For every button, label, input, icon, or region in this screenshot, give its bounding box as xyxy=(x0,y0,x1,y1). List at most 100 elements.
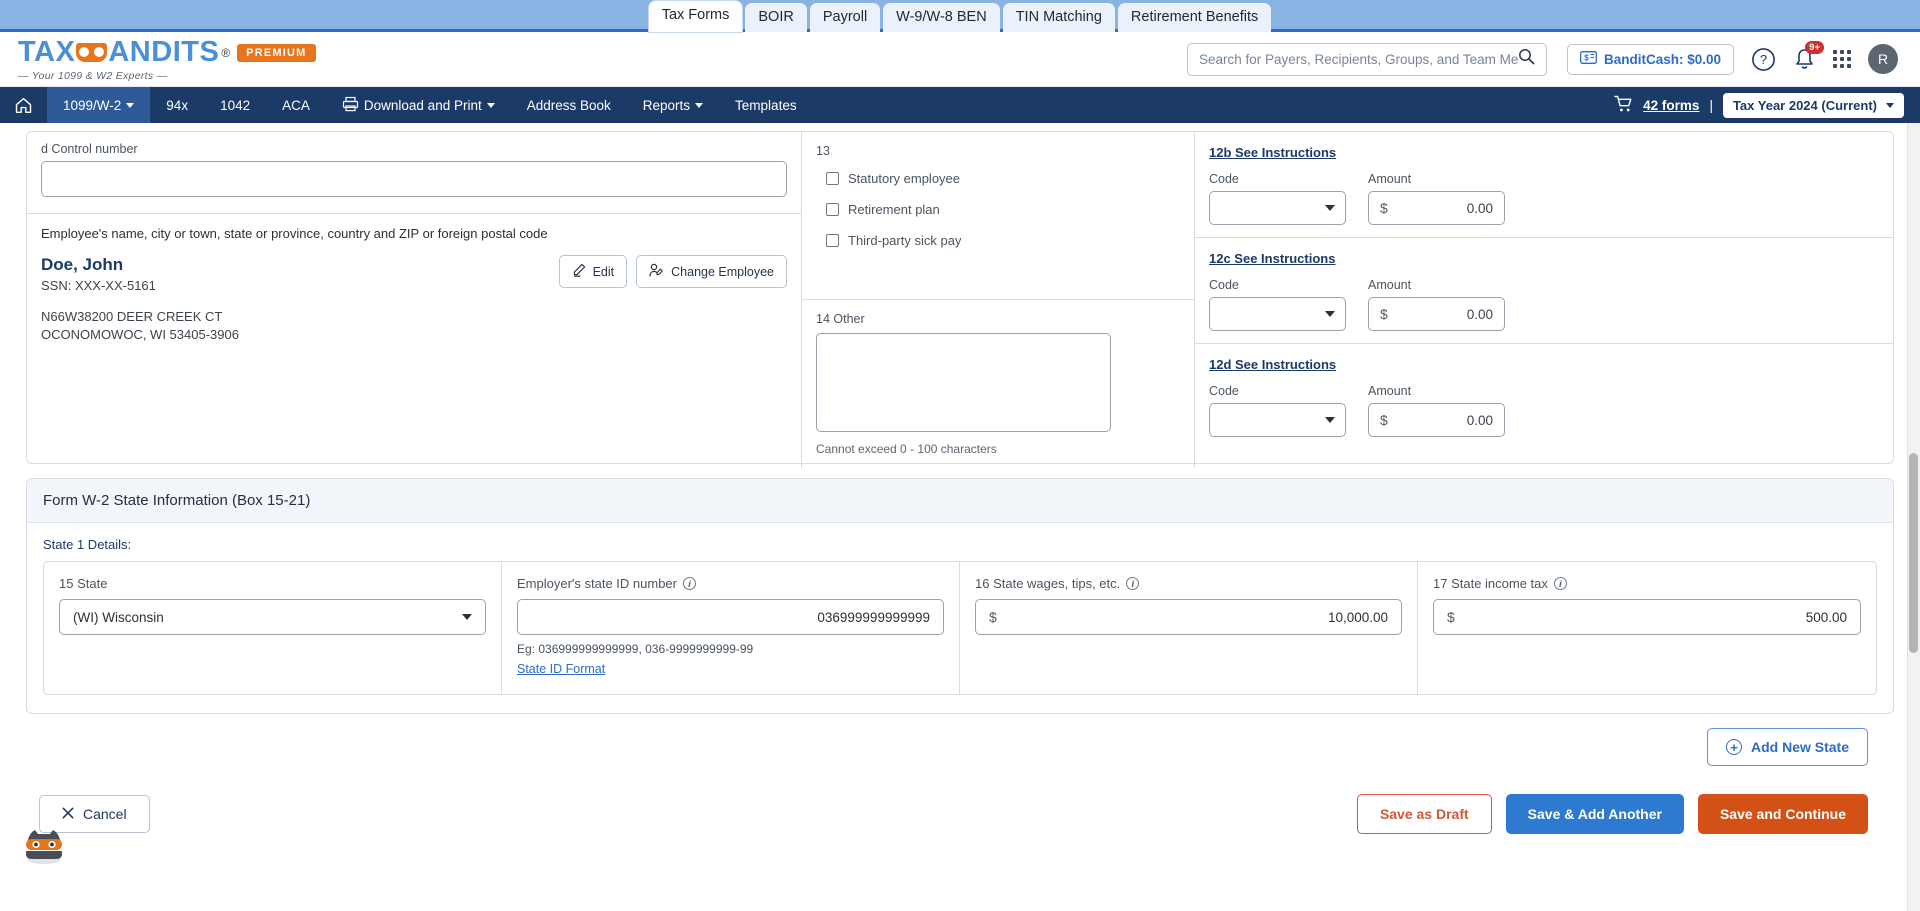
box12c-amount-input[interactable]: $ 0.00 xyxy=(1368,297,1505,331)
owl-icon xyxy=(76,43,108,62)
employer-state-id-label-wrap: Employer's state ID number i xyxy=(517,576,944,591)
employer-state-id-cell: Employer's state ID number i 03699999999… xyxy=(502,562,960,694)
save-as-draft-button[interactable]: Save as Draft xyxy=(1356,794,1492,834)
edit-employee-button[interactable]: Edit xyxy=(558,255,628,288)
control-number-group: d Control number xyxy=(27,132,801,197)
chevron-down-icon xyxy=(1886,102,1894,108)
box12b-fields: Code Amount $ 0.00 xyxy=(1209,172,1879,225)
state-details-label: State 1 Details: xyxy=(43,537,132,552)
change-employee-button[interactable]: Change Employee xyxy=(636,255,787,288)
state-select-cell: 15 State (WI) Wisconsin xyxy=(44,562,502,694)
bandit-cash-label: BanditCash: $0.00 xyxy=(1603,51,1721,67)
employee-column: d Control number Employee's name, city o… xyxy=(27,132,802,468)
state-income-tax-input[interactable]: $ 500.00 xyxy=(1433,599,1861,635)
checkbox-icon[interactable] xyxy=(826,172,839,185)
info-icon[interactable]: i xyxy=(1553,577,1567,590)
box14-other-textarea[interactable] xyxy=(816,333,1111,432)
nav-1042[interactable]: 1042 xyxy=(204,87,266,123)
nav-address-book-label: Address Book xyxy=(526,97,611,113)
info-icon[interactable]: i xyxy=(1126,577,1140,590)
chevron-down-icon xyxy=(695,102,704,108)
svg-text:?: ? xyxy=(1760,52,1767,67)
box13-box14-column: 13 Statutory employee Retirement plan Th… xyxy=(802,132,1195,468)
checkbox-third-party-sick-pay[interactable]: Third-party sick pay xyxy=(826,233,1180,248)
help-button[interactable]: ? xyxy=(1751,47,1776,72)
search-input[interactable] xyxy=(1198,51,1518,67)
box12c-code-label: Code xyxy=(1209,278,1239,292)
svg-text:$: $ xyxy=(1584,53,1589,62)
checkbox-icon[interactable] xyxy=(826,234,839,247)
nav-94x[interactable]: 94x xyxy=(150,87,204,123)
employer-state-id-input[interactable]: 036999999999999 xyxy=(517,599,944,635)
box12d-code-label: Code xyxy=(1209,384,1239,398)
info-icon[interactable]: i xyxy=(683,577,696,590)
tab-retirement-benefits[interactable]: Retirement Benefits xyxy=(1117,2,1272,32)
brand-logo[interactable]: TAX ANDITS ® PREMIUM — Your 1099 & W2 Ex… xyxy=(18,36,316,82)
state-information-title: Form W-2 State Information (Box 15-21) xyxy=(27,479,1893,523)
box12b-amount-input[interactable]: $ 0.00 xyxy=(1368,191,1505,225)
state-information-card: Form W-2 State Information (Box 15-21) S… xyxy=(26,478,1894,714)
box12b-code-select[interactable] xyxy=(1209,191,1346,225)
app-header: TAX ANDITS ® PREMIUM — Your 1099 & W2 Ex… xyxy=(0,32,1920,87)
state-selected-value: (WI) Wisconsin xyxy=(73,609,164,625)
search-icon[interactable] xyxy=(1518,48,1535,70)
tab-payroll[interactable]: Payroll xyxy=(809,2,881,32)
scrollbar-thumb[interactable] xyxy=(1909,453,1918,653)
nav-94x-label: 94x xyxy=(166,97,189,113)
brand-name-left: TAX xyxy=(18,36,76,68)
avatar[interactable]: R xyxy=(1868,44,1898,74)
tab-w9-w8-ben[interactable]: W-9/W-8 BEN xyxy=(883,2,1000,32)
tab-boir[interactable]: BOIR xyxy=(745,2,807,32)
page-scrollbar[interactable] xyxy=(1907,123,1920,911)
cart-forms-count[interactable]: 42 forms xyxy=(1643,98,1699,113)
box12c-instructions-link[interactable]: 12c See Instructions xyxy=(1209,251,1335,266)
bandit-cash-button[interactable]: $ BanditCash: $0.00 xyxy=(1566,43,1734,75)
edit-employee-label: Edit xyxy=(592,264,615,279)
tab-tax-forms[interactable]: Tax Forms xyxy=(648,0,743,32)
box12d-group: 12d See Instructions Code Amount $ 0.00 xyxy=(1195,343,1893,449)
state-wages-value: 10,000.00 xyxy=(1327,609,1388,625)
box12d-amount-input[interactable]: $ 0.00 xyxy=(1368,403,1505,437)
box12c-code-select[interactable] xyxy=(1209,297,1346,331)
nav-home[interactable] xyxy=(0,87,47,123)
pencil-icon xyxy=(572,263,586,280)
box12d-instructions-link[interactable]: 12d See Instructions xyxy=(1209,357,1336,372)
top-tab-strip: Tax Forms BOIR Payroll W-9/W-8 BEN TIN M… xyxy=(0,0,1920,32)
checkbox-statutory-employee[interactable]: Statutory employee xyxy=(826,171,1180,186)
control-number-input[interactable] xyxy=(41,161,787,197)
state-id-format-link[interactable]: State ID Format xyxy=(517,662,605,676)
nav-templates[interactable]: Templates xyxy=(719,87,813,123)
add-new-state-button[interactable]: + Add New State xyxy=(1706,728,1868,766)
box12b-instructions-link[interactable]: 12b See Instructions xyxy=(1209,145,1336,160)
brand-name-right: ANDITS xyxy=(108,36,220,68)
nav-right-group: 42 forms | Tax Year 2024 (Current) xyxy=(1614,87,1920,123)
state-wages-label: 16 State wages, tips, etc. xyxy=(975,576,1121,591)
tax-year-label: Tax Year 2024 (Current) xyxy=(1732,97,1877,113)
state-select[interactable]: (WI) Wisconsin xyxy=(59,599,486,635)
nav-download-and-print[interactable]: Download and Print xyxy=(326,87,511,123)
employee-address: N66W38200 DEER CREEK CT OCONOMOWOC, WI 5… xyxy=(27,308,801,343)
nav-reports[interactable]: Reports xyxy=(627,87,719,123)
nav-1099-w2-label: 1099/W-2 xyxy=(63,97,122,113)
mascot-chat-icon[interactable] xyxy=(18,821,70,865)
checkbox-icon[interactable] xyxy=(826,203,839,216)
tax-year-select[interactable]: Tax Year 2024 (Current) xyxy=(1722,92,1904,118)
save-and-continue-button[interactable]: Save and Continue xyxy=(1697,794,1868,834)
registered-mark: ® xyxy=(221,45,231,60)
box13-number: 13 xyxy=(816,144,830,158)
tab-tin-matching[interactable]: TIN Matching xyxy=(1002,2,1115,32)
notifications-button[interactable]: 9+ xyxy=(1793,41,1824,71)
global-search[interactable] xyxy=(1186,42,1547,76)
nav-aca[interactable]: ACA xyxy=(266,87,326,123)
dollar-icon: $ xyxy=(989,609,997,625)
nav-1099-w2[interactable]: 1099/W-2 xyxy=(47,87,151,123)
state-income-tax-label: 17 State income tax xyxy=(1433,576,1548,591)
state-wages-input[interactable]: $ 10,000.00 xyxy=(975,599,1402,635)
cart-icon[interactable] xyxy=(1614,95,1633,116)
checkbox-retirement-plan[interactable]: Retirement plan xyxy=(826,202,1180,217)
box12d-code-select[interactable] xyxy=(1209,403,1346,437)
nav-address-book[interactable]: Address Book xyxy=(511,87,627,123)
save-and-add-another-button[interactable]: Save & Add Another xyxy=(1505,794,1684,834)
apps-grid-button[interactable] xyxy=(1833,50,1851,68)
employee-section-header: Employee's name, city or town, state or … xyxy=(41,226,548,241)
